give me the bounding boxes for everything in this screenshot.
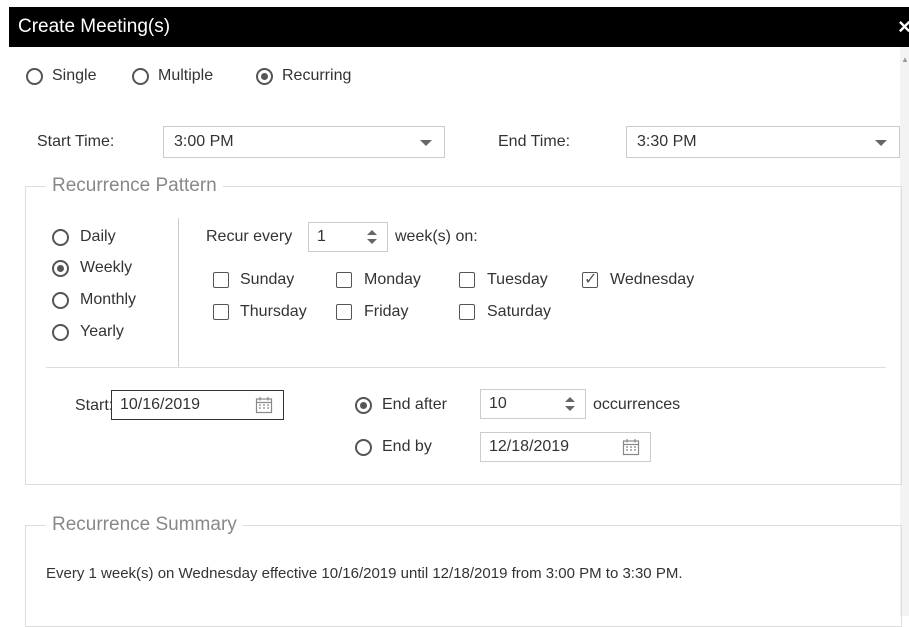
start-time-label: Start Time: xyxy=(37,133,115,150)
dialog-title: Create Meeting(s) xyxy=(18,16,171,37)
scroll-up-icon[interactable]: ▲ xyxy=(901,55,909,64)
label-multiple: Multiple xyxy=(158,67,214,84)
recurrence-summary-text: Every 1 week(s) on Wednesday effective 1… xyxy=(46,565,683,582)
end-by-date-value: 12/18/2019 xyxy=(489,438,570,455)
occurrences-stepper[interactable]: 10 xyxy=(480,389,586,419)
recur-every-value: 1 xyxy=(317,228,326,245)
radio-recurring[interactable] xyxy=(256,68,273,85)
label-tuesday: Tuesday xyxy=(487,271,548,288)
checkbox-monday[interactable] xyxy=(336,272,352,288)
radio-weekly[interactable] xyxy=(52,260,69,277)
calendar-icon[interactable] xyxy=(622,438,640,456)
occurrences-label: occurrences xyxy=(593,396,681,413)
label-yearly: Yearly xyxy=(80,323,124,340)
recur-every-stepper[interactable]: 1 xyxy=(308,222,388,252)
label-sunday: Sunday xyxy=(240,271,295,288)
radio-end-after[interactable] xyxy=(355,397,372,414)
checkbox-friday[interactable] xyxy=(336,304,352,320)
label-recurring: Recurring xyxy=(282,67,352,84)
spinner-icon[interactable] xyxy=(565,396,575,414)
label-saturday: Saturday xyxy=(487,303,552,320)
range-divider xyxy=(46,367,886,368)
recurrence-pattern-legend: Recurrence Pattern xyxy=(46,175,223,197)
end-after-label: End after xyxy=(382,396,447,413)
start-time-select[interactable]: 3:00 PM xyxy=(163,126,445,158)
checkbox-thursday[interactable] xyxy=(213,304,229,320)
radio-monthly[interactable] xyxy=(52,292,69,309)
end-time-select[interactable]: 3:30 PM xyxy=(626,126,900,158)
radio-yearly[interactable] xyxy=(52,324,69,341)
close-icon[interactable]: × xyxy=(898,14,909,40)
start-date-input[interactable]: 10/16/2019 xyxy=(111,390,284,420)
label-single: Single xyxy=(52,67,97,84)
dialog-titlebar: Create Meeting(s) × xyxy=(9,7,909,47)
label-daily: Daily xyxy=(80,228,116,245)
label-thursday: Thursday xyxy=(240,303,307,320)
left-edge xyxy=(0,0,9,616)
chevron-down-icon xyxy=(420,140,432,146)
start-time-value: 3:00 PM xyxy=(174,133,234,150)
radio-single[interactable] xyxy=(26,68,43,85)
label-monthly: Monthly xyxy=(80,291,137,308)
create-meeting-dialog: Create Meeting(s) × ▲ Single Multiple Re… xyxy=(0,0,909,627)
label-friday: Friday xyxy=(364,303,409,320)
occurrences-value: 10 xyxy=(489,395,507,412)
start-date-value: 10/16/2019 xyxy=(120,396,201,413)
pattern-divider xyxy=(178,218,179,368)
end-by-label: End by xyxy=(382,438,432,455)
start-date-label: Start: xyxy=(75,397,114,414)
recur-every-label: Recur every xyxy=(206,228,293,245)
end-time-label: End Time: xyxy=(498,133,571,150)
spinner-icon[interactable] xyxy=(367,229,377,247)
recurrence-summary-legend: Recurrence Summary xyxy=(46,514,243,536)
radio-multiple[interactable] xyxy=(132,68,149,85)
end-by-date-input[interactable]: 12/18/2019 xyxy=(480,432,651,462)
weeks-on-label: week(s) on: xyxy=(395,228,478,245)
radio-daily[interactable] xyxy=(52,229,69,246)
checkbox-sunday[interactable] xyxy=(213,272,229,288)
checkbox-tuesday[interactable] xyxy=(459,272,475,288)
radio-end-by[interactable] xyxy=(355,439,372,456)
checkbox-wednesday[interactable] xyxy=(582,269,598,289)
label-weekly: Weekly xyxy=(80,259,133,276)
label-wednesday: Wednesday xyxy=(610,271,695,288)
checkbox-saturday[interactable] xyxy=(459,304,475,320)
calendar-icon[interactable] xyxy=(255,396,273,414)
end-time-value: 3:30 PM xyxy=(637,133,697,150)
label-monday: Monday xyxy=(364,271,421,288)
chevron-down-icon xyxy=(875,140,887,146)
